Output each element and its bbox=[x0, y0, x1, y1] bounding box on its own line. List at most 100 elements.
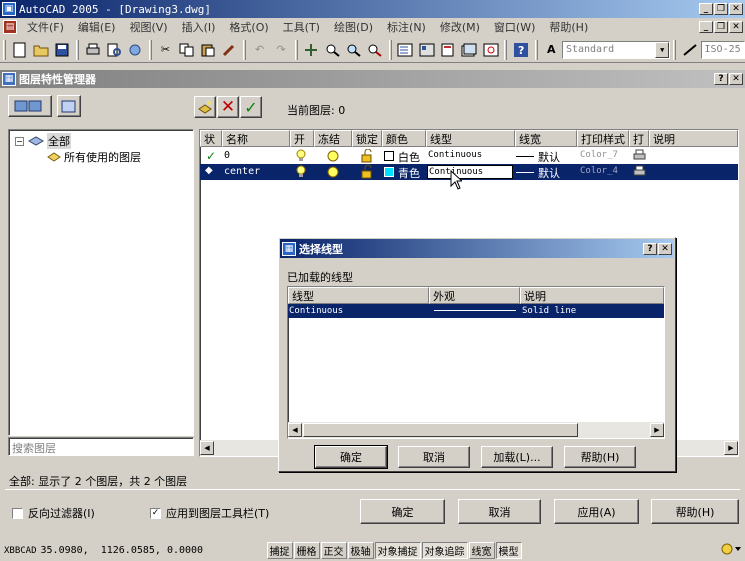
menu-modify[interactable]: 修改(M) bbox=[433, 19, 487, 35]
printer-icon[interactable] bbox=[633, 165, 646, 178]
menu-view[interactable]: 视图(V) bbox=[122, 19, 174, 35]
tool-palettes-icon[interactable] bbox=[438, 40, 457, 60]
pan-icon[interactable] bbox=[302, 40, 321, 60]
filter-tree-panel[interactable]: − 全部 所有使用的图层 bbox=[8, 129, 194, 436]
tree-collapse-icon[interactable]: − bbox=[15, 136, 24, 146]
printer-icon[interactable] bbox=[633, 149, 646, 162]
layer-cancel-button[interactable]: 取消 bbox=[458, 499, 541, 524]
menu-tools[interactable]: 工具(T) bbox=[276, 19, 327, 35]
menu-help[interactable]: 帮助(H) bbox=[542, 19, 595, 35]
apply-to-toolbar-checkbox[interactable]: ✓ 应用到图层工具栏(T) bbox=[150, 505, 269, 521]
delete-layer-icon[interactable]: ✕ bbox=[217, 96, 239, 118]
design-center-icon[interactable] bbox=[417, 40, 436, 60]
paste-icon[interactable] bbox=[198, 40, 217, 60]
color-swatch[interactable] bbox=[384, 151, 394, 161]
menu-edit[interactable]: 编辑(E) bbox=[71, 19, 123, 35]
grid-toggle[interactable]: 栅格 bbox=[293, 542, 320, 559]
linetype-name[interactable]: Continuous bbox=[428, 150, 482, 160]
color-swatch[interactable] bbox=[384, 167, 394, 177]
table-row[interactable]: Continuous Solid line bbox=[288, 304, 664, 318]
lineweight-value[interactable]: 默认 bbox=[538, 149, 560, 165]
col-plot-style[interactable]: 打印样式 bbox=[577, 130, 629, 147]
table-row[interactable]: ✓ 0 白色 Continuous 默认 Color_7 bbox=[200, 148, 738, 164]
sheet-set-icon[interactable] bbox=[460, 40, 479, 60]
menu-dimension[interactable]: 标注(N) bbox=[380, 19, 433, 35]
lt-col-appearance[interactable]: 外观 bbox=[429, 287, 520, 304]
otrack-toggle[interactable]: 对象追踪 bbox=[421, 542, 468, 559]
layer-manager-help-icon[interactable]: ? bbox=[714, 73, 728, 85]
undo-icon[interactable]: ↶ bbox=[250, 40, 269, 60]
lightbulb-on-icon[interactable] bbox=[296, 149, 306, 163]
scroll-right-icon[interactable]: ▶ bbox=[724, 441, 738, 455]
ortho-toggle[interactable]: 正交 bbox=[320, 542, 347, 559]
layer-ok-button[interactable]: 确定 bbox=[360, 499, 445, 524]
new-file-icon[interactable] bbox=[10, 40, 29, 60]
layer-name[interactable]: center bbox=[224, 166, 260, 177]
menu-draw[interactable]: 绘图(D) bbox=[327, 19, 380, 35]
dim-style-combo[interactable]: ISO-25 bbox=[700, 40, 745, 59]
linetype-help-icon[interactable]: ? bbox=[643, 242, 657, 255]
menu-format[interactable]: 格式(O) bbox=[222, 19, 275, 35]
copy-icon[interactable] bbox=[177, 40, 196, 60]
linetype-close-icon[interactable]: ✕ bbox=[658, 242, 672, 255]
search-layers-input[interactable]: 搜索图层 bbox=[8, 437, 194, 456]
menu-window[interactable]: 窗口(W) bbox=[487, 19, 542, 35]
tray-settings-icon[interactable] bbox=[719, 541, 741, 560]
color-name[interactable]: 青色 bbox=[398, 165, 420, 181]
lineweight-value[interactable]: 默认 bbox=[538, 165, 560, 181]
linetype-name[interactable]: Continuous bbox=[289, 304, 343, 318]
doc-minimize-icon[interactable]: _ bbox=[699, 21, 713, 33]
col-name[interactable]: 名称 bbox=[222, 130, 290, 147]
linetype-ok-button[interactable]: 确定 bbox=[314, 445, 388, 469]
linetype-list-hscrollbar[interactable]: ◀ ▶ bbox=[288, 422, 664, 438]
save-icon[interactable] bbox=[53, 40, 72, 60]
linetype-name-editing[interactable]: Continuous bbox=[427, 165, 513, 179]
zoom-previous-icon[interactable] bbox=[366, 40, 385, 60]
text-style-icon[interactable]: A bbox=[542, 40, 561, 60]
linetype-help-button[interactable]: 帮助(H) bbox=[564, 446, 636, 468]
tree-child-item[interactable]: 所有使用的图层 bbox=[47, 149, 141, 165]
zoom-realtime-icon[interactable] bbox=[323, 40, 342, 60]
match-properties-icon[interactable] bbox=[220, 40, 239, 60]
close-icon[interactable]: ✕ bbox=[729, 3, 743, 15]
linetype-load-button[interactable]: 加载(L)... bbox=[481, 446, 553, 468]
layer-name[interactable]: 0 bbox=[224, 150, 230, 161]
col-status[interactable]: 状 bbox=[200, 130, 222, 147]
sun-thawed-icon[interactable] bbox=[326, 149, 340, 163]
tree-root-item[interactable]: − 全部 bbox=[15, 133, 71, 149]
restore-icon[interactable]: ❐ bbox=[714, 3, 728, 15]
lt-scroll-thumb[interactable] bbox=[303, 423, 578, 437]
markup-set-icon[interactable] bbox=[481, 40, 500, 60]
lightbulb-on-icon[interactable] bbox=[296, 165, 306, 179]
col-color[interactable]: 颜色 bbox=[382, 130, 426, 147]
col-linetype[interactable]: 线型 bbox=[426, 130, 515, 147]
color-name[interactable]: 白色 bbox=[398, 149, 420, 165]
osnap-toggle[interactable]: 对象捕捉 bbox=[374, 542, 421, 559]
document-icon[interactable]: ▤ bbox=[3, 20, 17, 34]
print-icon[interactable] bbox=[83, 40, 102, 60]
lineweight-toggle[interactable]: 线宽 bbox=[468, 542, 495, 559]
lock-open-icon[interactable] bbox=[360, 149, 374, 163]
col-on[interactable]: 开 bbox=[290, 130, 314, 147]
autocad-app-icon[interactable]: ▣ bbox=[2, 2, 16, 16]
snap-toggle[interactable]: 捕捉 bbox=[266, 542, 293, 559]
lock-open-icon[interactable] bbox=[360, 165, 374, 179]
redo-icon[interactable]: ↷ bbox=[271, 40, 290, 60]
dim-style-icon[interactable] bbox=[680, 40, 699, 60]
print-preview-icon[interactable] bbox=[104, 40, 123, 60]
help-icon[interactable]: ? bbox=[511, 40, 530, 60]
layer-help-button[interactable]: 帮助(H) bbox=[651, 499, 739, 524]
sun-thawed-icon[interactable] bbox=[326, 165, 340, 179]
col-plot[interactable]: 打 bbox=[629, 130, 649, 147]
layer-manager-close-icon[interactable]: ✕ bbox=[729, 73, 743, 85]
col-description[interactable]: 说明 bbox=[649, 130, 738, 147]
menu-insert[interactable]: 插入(I) bbox=[175, 19, 223, 35]
zoom-window-icon[interactable] bbox=[344, 40, 363, 60]
col-freeze[interactable]: 冻结 bbox=[314, 130, 352, 147]
doc-restore-icon[interactable]: ❐ bbox=[714, 21, 728, 33]
lt-scroll-right-icon[interactable]: ▶ bbox=[650, 423, 664, 437]
set-current-layer-icon[interactable]: ✓ bbox=[240, 96, 262, 118]
text-style-combo[interactable]: Standard ▼ bbox=[561, 40, 671, 59]
invert-filter-checkbox[interactable]: 反向过滤器(I) bbox=[12, 505, 95, 521]
layer-apply-button[interactable]: 应用(A) bbox=[554, 499, 639, 524]
